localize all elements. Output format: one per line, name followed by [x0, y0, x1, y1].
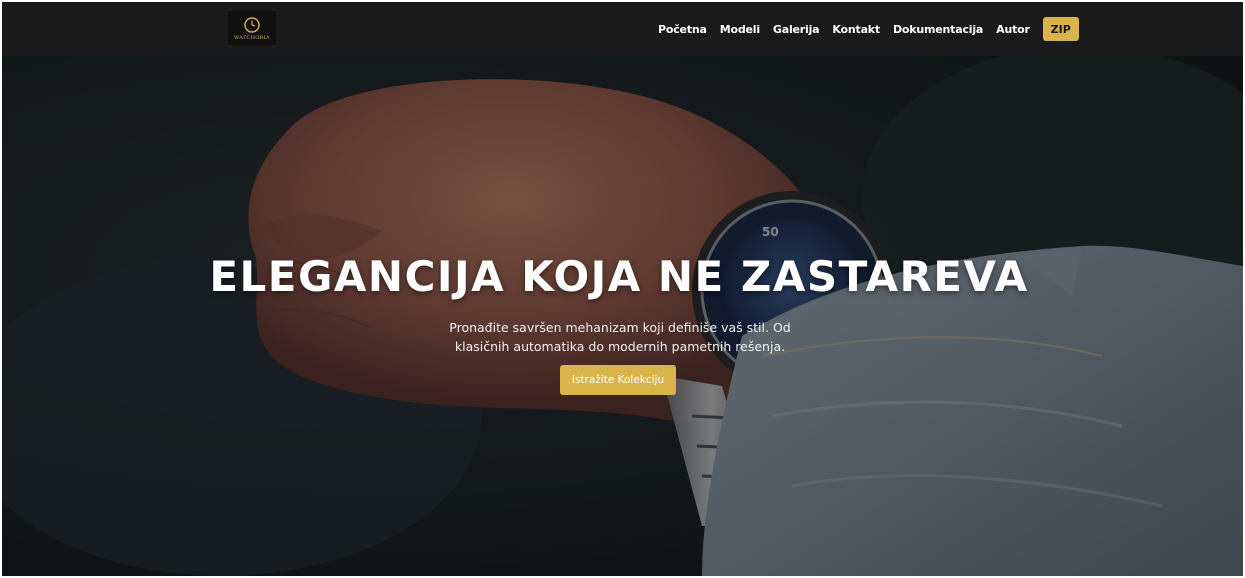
nav-link-dokumentacija[interactable]: Dokumentacija	[893, 23, 983, 36]
hero-title: ELEGANCIJA KOJA NE ZASTAREVA	[209, 252, 1029, 301]
logo-text: WATCHORIA	[234, 34, 270, 41]
hero-overlay	[2, 56, 1243, 576]
nav-link-kontakt[interactable]: Kontakt	[832, 23, 880, 36]
browser-viewport: WATCHORIA Početna Modeli Galerija Kontak…	[2, 2, 1243, 576]
hero-subtitle: Pronađite savršen mehanizam koji definiš…	[449, 320, 791, 354]
zip-button[interactable]: ZIP	[1042, 17, 1079, 41]
nav-link-modeli[interactable]: Modeli	[720, 23, 760, 36]
nav-link-autor[interactable]: Autor	[996, 23, 1030, 36]
nav-links: Početna Modeli Galerija Kontakt Dokument…	[658, 17, 1079, 41]
logo[interactable]: WATCHORIA	[228, 11, 276, 45]
hero-section: 50 ELEGANCIJA KOJA NE ZASTAREVA Pronađit…	[2, 56, 1243, 576]
explore-collection-button[interactable]: Istražite Kolekciju	[560, 365, 676, 395]
nav-link-pocetna[interactable]: Početna	[658, 23, 707, 36]
watch-logo-icon	[244, 16, 260, 33]
navbar: WATCHORIA Početna Modeli Galerija Kontak…	[2, 2, 1243, 56]
nav-link-galerija[interactable]: Galerija	[773, 23, 820, 36]
